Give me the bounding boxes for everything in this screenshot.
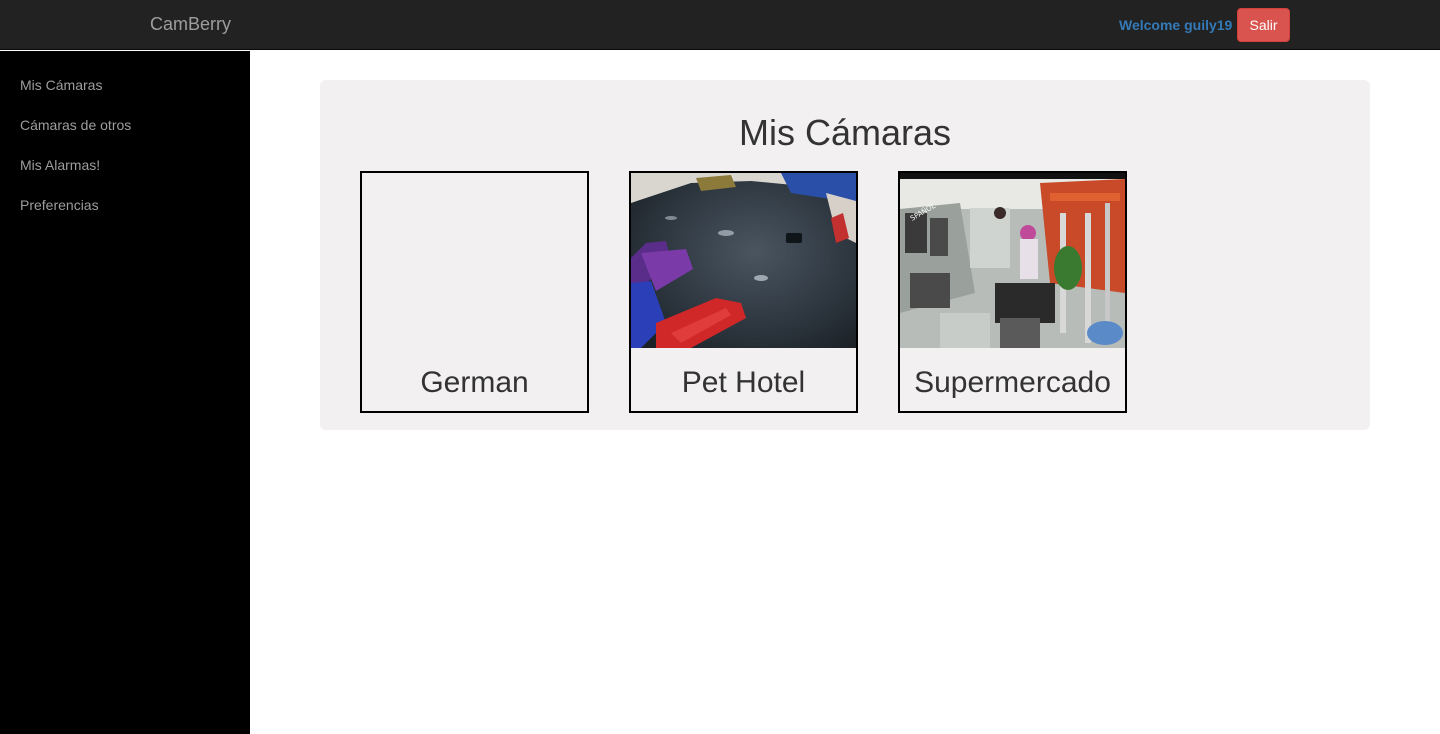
brand-link[interactable]: CamBerry bbox=[150, 14, 231, 35]
sidebar-item-mis-camaras[interactable]: Mis Cámaras bbox=[20, 77, 102, 93]
top-navbar: CamBerry Welcome guily19 Salir bbox=[0, 0, 1440, 50]
camera-card-pet-hotel[interactable]: Pet Hotel bbox=[629, 171, 858, 413]
camera-name: Supermercado bbox=[914, 366, 1111, 399]
sidebar-item-mis-alarmas[interactable]: Mis Alarmas! bbox=[20, 157, 100, 173]
page-title: Mis Cámaras bbox=[738, 112, 952, 153]
camera-thumbnail-pet-hotel bbox=[631, 173, 856, 348]
sidebar: Mis Cámaras Cámaras de otros Mis Alarmas… bbox=[0, 51, 250, 734]
camera-name: Pet Hotel bbox=[681, 366, 806, 399]
camera-name: German bbox=[420, 366, 529, 399]
sidebar-item-camaras-de-otros[interactable]: Cámaras de otros bbox=[20, 117, 131, 133]
camera-card-german[interactable]: German bbox=[360, 171, 589, 413]
welcome-text: Welcome guily19 bbox=[1119, 17, 1233, 33]
sidebar-item-preferencias[interactable]: Preferencias bbox=[20, 197, 99, 213]
logout-button[interactable]: Salir bbox=[1237, 8, 1290, 42]
camera-card-supermercado[interactable]: SPAÑOL Supermercado bbox=[898, 171, 1127, 413]
camera-thumbnail-supermercado: SPAÑOL bbox=[900, 173, 1125, 348]
